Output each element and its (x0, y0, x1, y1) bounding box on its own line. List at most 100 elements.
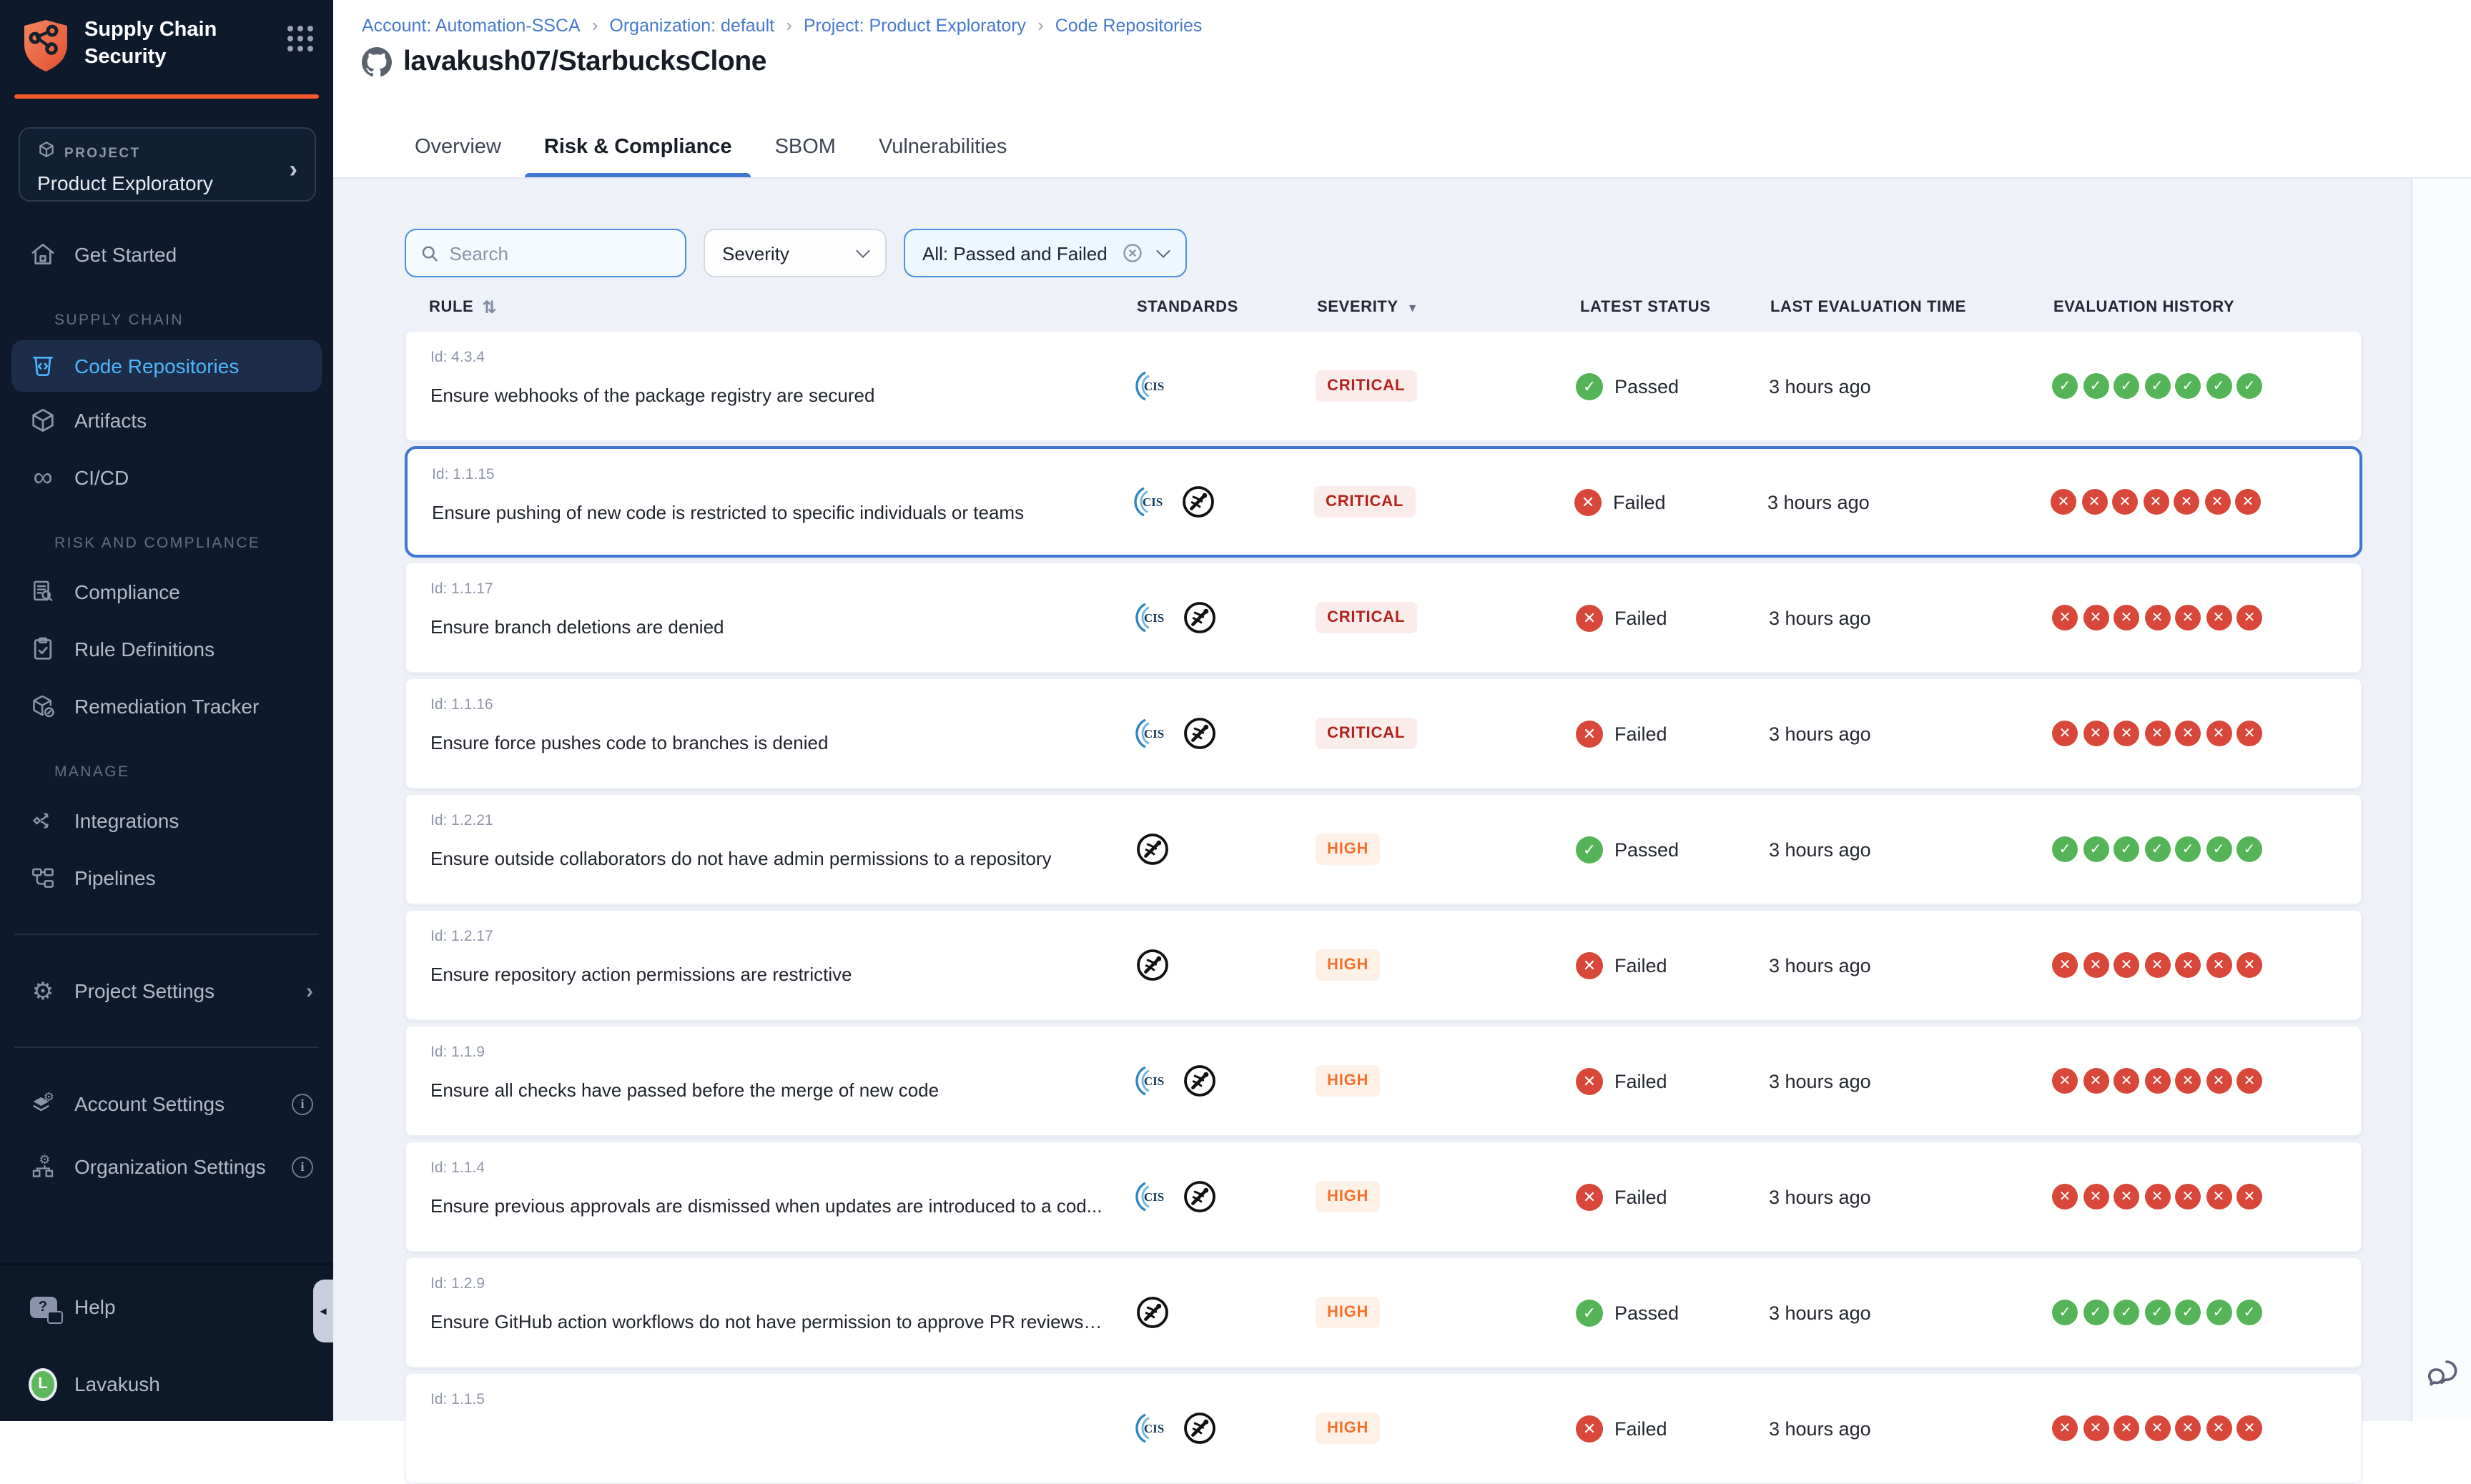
scrollbar-track[interactable] (2411, 179, 2471, 1421)
history-fail-icon: ✕ (2175, 721, 2201, 746)
clipboard-check-icon (29, 635, 57, 663)
history-pass-icon: ✓ (2052, 836, 2078, 862)
latest-status-cell: ✕ Failed (1540, 563, 1755, 672)
owasp-standard-icon (1135, 948, 1170, 982)
table-row[interactable]: Id: 1.2.17 Ensure repository action perm… (405, 909, 2362, 1021)
svg-text:CIS: CIS (1144, 1190, 1164, 1204)
severity-filter-dropdown[interactable]: Severity (704, 229, 887, 277)
history-fail-icon: ✕ (2206, 1184, 2231, 1210)
severity-badge: HIGH (1316, 949, 1380, 981)
latest-status-cell: ✕ Failed (1540, 1374, 1755, 1483)
status-icon: ✕ (1576, 720, 1603, 747)
history-fail-icon: ✕ (2052, 1184, 2078, 1210)
breadcrumb-link[interactable]: Project: Product Exploratory (804, 15, 1026, 35)
column-header-last-evaluation-time: LAST EVALUATION TIME (1756, 297, 2035, 317)
sidebar-item-integrations[interactable]: Integrations (0, 792, 333, 849)
tab-risk-compliance[interactable]: Risk & Compliance (523, 117, 754, 177)
rule-text: Ensure GitHub action workflows do not ha… (430, 1311, 1104, 1332)
severity-badge: CRITICAL (1316, 370, 1416, 402)
history-fail-icon: ✕ (2175, 1068, 2201, 1094)
status-icon: ✕ (1576, 1415, 1603, 1442)
history-fail-icon: ✕ (2144, 605, 2170, 630)
breadcrumb-link[interactable]: Organization: default (609, 15, 774, 35)
tab-overview[interactable]: Overview (393, 117, 523, 177)
table-row[interactable]: Id: 1.2.9 Ensure GitHub action workflows… (405, 1257, 2362, 1368)
rule-text: Ensure force pushes code to branches is … (430, 732, 828, 753)
cis-standard-icon: CIS (1135, 369, 1170, 403)
tab-vulnerabilities[interactable]: Vulnerabilities (857, 117, 1028, 177)
status-icon: ✕ (1576, 1183, 1603, 1210)
breadcrumb-link[interactable]: Code Repositories (1055, 15, 1203, 35)
history-pass-icon: ✓ (2175, 373, 2201, 399)
severity-badge: HIGH (1316, 1181, 1380, 1212)
chat-feedback-icon[interactable] (2424, 1354, 2461, 1398)
rules-table: RULE ⇅ STANDARDS SEVERITY ▼ LATEST STATU… (405, 297, 2362, 1484)
table-row[interactable]: Id: 1.1.15 Ensure pushing of new code is… (405, 446, 2362, 558)
sidebar-item-get-started[interactable]: Get Started (0, 226, 333, 283)
column-header-severity[interactable]: SEVERITY ▼ (1277, 297, 1542, 317)
table-row[interactable]: Id: 1.1.17 Ensure branch deletions are d… (405, 562, 2362, 673)
search-input[interactable] (450, 242, 671, 264)
column-header-rule[interactable]: RULE ⇅ (405, 297, 1120, 317)
clear-filter-icon[interactable] (1122, 242, 1145, 264)
standards-cell (1118, 795, 1276, 904)
last-evaluation-time: 3 hours ago (1753, 449, 2032, 555)
sidebar-item-project-settings[interactable]: ⚙ Project Settings › (0, 962, 333, 1019)
sidebar-item-remediation-tracker[interactable]: Remediation Tracker (0, 678, 333, 735)
table-row[interactable]: Id: 1.1.4 Ensure previous approvals are … (405, 1141, 2362, 1252)
user-menu[interactable]: L Lavakush (0, 1355, 333, 1413)
table-row[interactable]: Id: 1.2.21 Ensure outside collaborators … (405, 793, 2362, 905)
sidebar-item-compliance[interactable]: Compliance (0, 563, 333, 620)
status-icon: ✓ (1576, 836, 1603, 863)
sidebar-collapse-handle[interactable]: ◀ (313, 1280, 333, 1342)
status-filter-dropdown[interactable]: All: Passed and Failed (904, 229, 1188, 277)
tab-sbom[interactable]: SBOM (754, 117, 857, 177)
sidebar-item-pipelines[interactable]: Pipelines (0, 849, 333, 906)
sort-icon[interactable]: ⇅ (482, 297, 497, 317)
collapse-arrow-icon: ◀ (320, 1306, 326, 1316)
cube-icon (29, 406, 57, 435)
table-row[interactable]: Id: 1.1.9 Ensure all checks have passed … (405, 1025, 2362, 1137)
project-selector[interactable]: PROJECT Product Exploratory › (19, 127, 316, 202)
history-fail-icon: ✕ (2083, 1184, 2109, 1210)
sidebar-item-artifacts[interactable]: Artifacts (0, 392, 333, 449)
sidebar-item-rule-definitions[interactable]: Rule Definitions (0, 620, 333, 678)
history-pass-icon: ✓ (2114, 1300, 2139, 1325)
layers-gear-icon: ⚙ (29, 1089, 57, 1118)
breadcrumb-link[interactable]: Account: Automation-SSCA (362, 15, 581, 35)
table-row[interactable]: Id: 1.1.5 CIS HIGH ✕ Failed 3 hours ago … (405, 1372, 2362, 1484)
history-fail-icon: ✕ (2112, 489, 2138, 515)
history-fail-icon: ✕ (2204, 489, 2230, 515)
rule-id: Id: 1.1.9 (430, 1044, 485, 1061)
history-fail-icon: ✕ (2114, 605, 2139, 630)
code-repositories-icon (29, 352, 57, 380)
latest-status-cell: ✓ Passed (1540, 1258, 1755, 1367)
standards-cell: CIS (1118, 1142, 1276, 1251)
history-fail-icon: ✕ (2175, 1184, 2201, 1210)
sidebar-item-code-repositories[interactable]: Code Repositories (11, 340, 322, 392)
sidebar-divider (14, 934, 319, 935)
sidebar-item-cicd[interactable]: ∞ CI/CD (0, 449, 333, 506)
history-pass-icon: ✓ (2236, 373, 2262, 399)
sidebar-item-account-settings[interactable]: ⚙ Account Settings i (0, 1075, 333, 1132)
app-root: Supply Chain Security PROJECT Product Ex… (0, 0, 2471, 1421)
table-row[interactable]: Id: 4.3.4 Ensure webhooks of the package… (405, 330, 2362, 442)
rule-text: Ensure previous approvals are dismissed … (430, 1195, 1102, 1217)
history-pass-icon: ✓ (2144, 1300, 2170, 1325)
content: Severity All: Passed and Failed RULE ⇅ (333, 179, 2471, 1484)
rule-text: Ensure outside collaborators do not have… (430, 848, 1052, 869)
evaluation-history: ✕✕✕✕✕✕✕ (2033, 563, 2361, 672)
table-row[interactable]: Id: 1.1.16 Ensure force pushes code to b… (405, 678, 2362, 789)
history-fail-icon: ✕ (2206, 1068, 2231, 1094)
sidebar-item-help[interactable]: ? Help (0, 1278, 333, 1335)
sidebar-nav: Get Started SUPPLY CHAIN Code Repositori… (0, 226, 333, 1195)
info-icon[interactable]: i (292, 1093, 313, 1114)
evaluation-history: ✓✓✓✓✓✓✓ (2033, 1258, 2361, 1367)
svg-text:CIS: CIS (1144, 727, 1164, 741)
status-label: Failed (1613, 491, 1666, 513)
sidebar-item-organization-settings[interactable]: ⚙ Organization Settings i (0, 1138, 333, 1195)
project-cube-icon (37, 140, 56, 166)
module-grid-icon[interactable] (287, 26, 313, 51)
info-icon[interactable]: i (292, 1156, 313, 1177)
standards-cell: CIS (1118, 679, 1276, 788)
